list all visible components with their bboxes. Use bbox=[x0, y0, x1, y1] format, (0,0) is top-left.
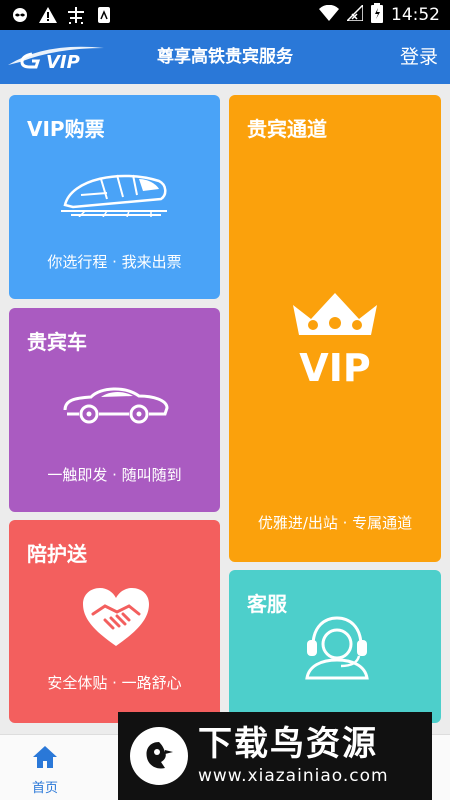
sim-icon bbox=[94, 6, 114, 24]
app-icon bbox=[66, 6, 86, 24]
vip-ticket-title: VIP购票 bbox=[27, 117, 105, 141]
car-icon bbox=[63, 387, 169, 424]
watermark-banner: 下载鸟资源 www.xiazainiao.com bbox=[118, 712, 432, 800]
battery-icon bbox=[371, 3, 383, 27]
nav-home-label: 首页 bbox=[31, 781, 58, 796]
svg-text:VIP: VIP bbox=[299, 346, 370, 387]
vip-channel-subtitle: 优雅进/出站 · 专属通道 bbox=[257, 514, 413, 532]
wifi-icon bbox=[319, 4, 339, 25]
page-title: 尊享高铁贵宾服务 bbox=[157, 47, 293, 67]
infinity-icon bbox=[10, 6, 30, 24]
status-bar: 14:52 bbox=[0, 0, 450, 30]
handshake-heart-icon bbox=[83, 588, 149, 646]
escort-subtitle: 安全体贴 · 一路舒心 bbox=[47, 674, 182, 692]
vip-channel-title: 贵宾通道 bbox=[247, 117, 327, 141]
home-icon bbox=[33, 746, 57, 768]
train-icon bbox=[61, 174, 167, 217]
login-button[interactable]: 登录 bbox=[400, 30, 438, 84]
crown-vip-icon: VIP bbox=[293, 293, 377, 387]
customer-service-card[interactable]: 客服 bbox=[229, 570, 441, 723]
watermark-title: 下载鸟资源 bbox=[198, 724, 378, 764]
headset-icon bbox=[305, 616, 369, 680]
escort-card[interactable]: 陪护送 安全体贴 · 一路舒心 bbox=[9, 520, 220, 723]
status-time: 14:52 bbox=[391, 5, 440, 25]
watermark-url: www.xiazainiao.com bbox=[198, 766, 389, 786]
vip-ticket-card[interactable]: VIP购票 你选行程 · 我来出票 bbox=[9, 95, 220, 299]
vip-car-card[interactable]: 贵宾车 一触即发 · 随叫随到 bbox=[9, 308, 220, 512]
vip-car-title: 贵宾车 bbox=[27, 330, 87, 354]
vip-channel-card[interactable]: 贵宾通道 VIP 优雅进/出站 · 专属通道 bbox=[229, 95, 441, 562]
vip-car-subtitle: 一触即发 · 随叫随到 bbox=[47, 466, 182, 484]
vip-ticket-subtitle: 你选行程 · 我来出票 bbox=[47, 253, 182, 271]
escort-title: 陪护送 bbox=[27, 542, 87, 566]
no-signal-icon bbox=[345, 3, 364, 25]
service-grid: VIP购票 你选行程 · 我来出票 贵宾车 一触即发 · 随叫随到 陪护送 安全… bbox=[0, 84, 450, 734]
app-header: VIP 尊享高铁贵宾服务 登录 bbox=[0, 30, 450, 84]
warning-icon bbox=[38, 6, 58, 24]
customer-service-title: 客服 bbox=[247, 592, 287, 616]
nav-home[interactable]: 首页 bbox=[18, 741, 72, 796]
bird-logo-icon bbox=[130, 727, 188, 785]
